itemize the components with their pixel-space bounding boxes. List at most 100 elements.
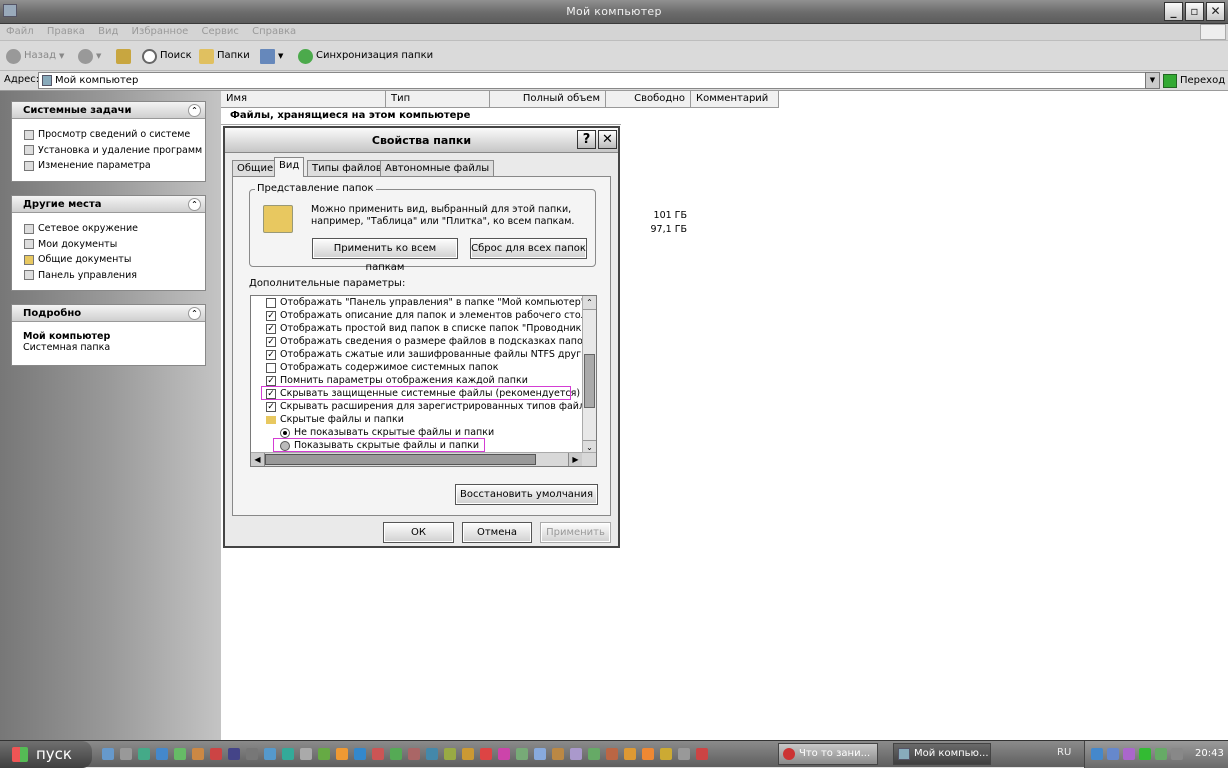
horizontal-scrollbar[interactable]: ◀ ▶ bbox=[251, 452, 596, 466]
place-my-documents[interactable]: Мои документы bbox=[12, 237, 205, 253]
column-total-size[interactable]: Полный объем bbox=[490, 91, 606, 108]
details-header[interactable]: Подробно ⌃ bbox=[12, 305, 205, 322]
taskbar-task[interactable]: Что то зани... bbox=[778, 743, 878, 765]
help-button[interactable]: ? bbox=[577, 130, 596, 149]
go-button[interactable]: Переход bbox=[1163, 72, 1225, 89]
collapse-icon[interactable]: ⌃ bbox=[188, 198, 201, 211]
quick-launch-icon[interactable] bbox=[570, 748, 582, 760]
option-show-file-size[interactable]: ✓ Отображать сведения о размере файлов в … bbox=[266, 335, 589, 348]
quick-launch-icon[interactable] bbox=[534, 748, 546, 760]
quick-launch-icon[interactable] bbox=[318, 748, 330, 760]
window-titlebar[interactable]: Мой компьютер _ ▫ ✕ bbox=[0, 0, 1228, 24]
chevron-down-icon[interactable]: ▼ bbox=[96, 47, 101, 65]
quick-launch-icon[interactable] bbox=[642, 748, 654, 760]
quick-launch-icon[interactable] bbox=[426, 748, 438, 760]
checkbox[interactable] bbox=[266, 297, 276, 308]
quick-launch-icon[interactable] bbox=[588, 748, 600, 760]
chevron-down-icon[interactable]: ▼ bbox=[59, 47, 64, 65]
checkbox[interactable] bbox=[266, 362, 276, 373]
task-add-remove-programs[interactable]: Установка и удаление программ bbox=[12, 143, 205, 159]
checkbox[interactable]: ✓ bbox=[266, 401, 276, 412]
collapse-icon[interactable]: ⌃ bbox=[188, 307, 201, 320]
place-network[interactable]: Сетевое окружение bbox=[12, 221, 205, 237]
checkbox[interactable]: ✓ bbox=[266, 323, 276, 334]
scroll-thumb[interactable] bbox=[584, 354, 595, 408]
tray-icon[interactable] bbox=[1155, 748, 1167, 760]
quick-launch-icon[interactable] bbox=[336, 748, 348, 760]
quick-launch-icon[interactable] bbox=[552, 748, 564, 760]
tab-offline-files[interactable]: Автономные файлы bbox=[380, 160, 495, 176]
tray-icon[interactable] bbox=[1139, 748, 1151, 760]
column-comment[interactable]: Комментарий bbox=[691, 91, 779, 108]
address-field[interactable]: Мой компьютер bbox=[38, 72, 1158, 89]
cancel-button[interactable]: Отмена bbox=[462, 522, 532, 543]
option-simple-folder-view[interactable]: ✓ Отображать простой вид папок в списке п… bbox=[266, 322, 592, 335]
checkbox[interactable]: ✓ bbox=[266, 349, 276, 360]
menu-favorites[interactable]: Избранное bbox=[132, 24, 189, 40]
menu-file[interactable]: Файл bbox=[6, 24, 34, 40]
scroll-up-arrow-icon[interactable]: ⌃ bbox=[583, 296, 596, 310]
dialog-close-button[interactable]: ✕ bbox=[598, 130, 617, 149]
task-view-system-info[interactable]: Просмотр сведений о системе bbox=[12, 127, 205, 143]
column-name[interactable]: Имя bbox=[221, 91, 386, 108]
forward-button[interactable]: ▼ bbox=[78, 47, 101, 65]
apply-button[interactable]: Применить bbox=[540, 522, 611, 543]
quick-launch-icon[interactable] bbox=[462, 748, 474, 760]
close-button[interactable]: ✕ bbox=[1206, 2, 1225, 21]
quick-launch-icon[interactable] bbox=[174, 748, 186, 760]
column-type[interactable]: Тип bbox=[386, 91, 490, 108]
tab-general[interactable]: Общие bbox=[232, 160, 279, 176]
search-button[interactable]: Поиск bbox=[142, 47, 192, 65]
option-show-control-panel[interactable]: Отображать "Панель управления" в папке "… bbox=[266, 296, 585, 309]
taskbar-task-active[interactable]: Мой компью... bbox=[893, 743, 991, 765]
quick-launch-icon[interactable] bbox=[282, 748, 294, 760]
collapse-icon[interactable]: ⌃ bbox=[188, 104, 201, 117]
tab-file-types[interactable]: Типы файлов bbox=[307, 160, 387, 176]
tray-icon[interactable] bbox=[1107, 748, 1119, 760]
tray-icon[interactable] bbox=[1171, 748, 1183, 760]
folders-button[interactable]: Папки bbox=[199, 47, 250, 65]
quick-launch-icon[interactable] bbox=[300, 748, 312, 760]
menu-tools[interactable]: Сервис bbox=[202, 24, 239, 40]
sync-button[interactable]: Синхронизация папки bbox=[298, 47, 433, 65]
language-indicator[interactable]: RU bbox=[1057, 747, 1071, 758]
restore-defaults-button[interactable]: Восстановить умолчания bbox=[455, 484, 598, 505]
scroll-right-arrow-icon[interactable]: ▶ bbox=[568, 453, 582, 466]
quick-launch-icon[interactable] bbox=[102, 748, 114, 760]
quick-launch-icon[interactable] bbox=[480, 748, 492, 760]
place-control-panel[interactable]: Панель управления bbox=[12, 268, 205, 284]
scroll-thumb[interactable] bbox=[265, 454, 536, 465]
quick-launch-icon[interactable] bbox=[156, 748, 168, 760]
quick-launch-icon[interactable] bbox=[264, 748, 276, 760]
up-folder-button[interactable] bbox=[116, 47, 131, 65]
quick-launch-icon[interactable] bbox=[444, 748, 456, 760]
column-free-space[interactable]: Свободно bbox=[606, 91, 691, 108]
vertical-scrollbar[interactable]: ⌃ ⌄ bbox=[582, 296, 596, 454]
chevron-down-icon[interactable]: ▼ bbox=[278, 47, 283, 65]
checkbox[interactable]: ✓ bbox=[266, 336, 276, 347]
reset-all-folders-button[interactable]: Сброс для всех папок bbox=[470, 238, 587, 259]
option-hide-extensions[interactable]: ✓ Скрывать расширения для зарегистрирован… bbox=[266, 400, 596, 413]
tray-icon[interactable] bbox=[1091, 748, 1103, 760]
tray-icon[interactable] bbox=[1123, 748, 1135, 760]
task-change-setting[interactable]: Изменение параметра bbox=[12, 158, 205, 174]
quick-launch-icon[interactable] bbox=[138, 748, 150, 760]
tab-view[interactable]: Вид bbox=[274, 157, 305, 177]
quick-launch-icon[interactable] bbox=[210, 748, 222, 760]
back-button[interactable]: Назад ▼ bbox=[6, 47, 64, 65]
start-button[interactable]: пуск bbox=[0, 741, 92, 768]
quick-launch-icon[interactable] bbox=[660, 748, 672, 760]
views-button[interactable]: ▼ bbox=[260, 47, 283, 65]
place-shared-documents[interactable]: Общие документы bbox=[12, 252, 205, 268]
quick-launch-icon[interactable] bbox=[696, 748, 708, 760]
quick-launch-icon[interactable] bbox=[228, 748, 240, 760]
address-dropdown-button[interactable]: ▼ bbox=[1145, 72, 1160, 89]
quick-launch-icon[interactable] bbox=[372, 748, 384, 760]
quick-launch-icon[interactable] bbox=[120, 748, 132, 760]
advanced-settings-list[interactable]: Отображать "Панель управления" в папке "… bbox=[250, 295, 597, 467]
menu-help[interactable]: Справка bbox=[252, 24, 296, 40]
other-places-header[interactable]: Другие места ⌃ bbox=[12, 196, 205, 213]
option-show-ntfs-color[interactable]: ✓ Отображать сжатые или зашифрованные фай… bbox=[266, 348, 594, 361]
quick-launch-icon[interactable] bbox=[624, 748, 636, 760]
menu-edit[interactable]: Правка bbox=[47, 24, 85, 40]
